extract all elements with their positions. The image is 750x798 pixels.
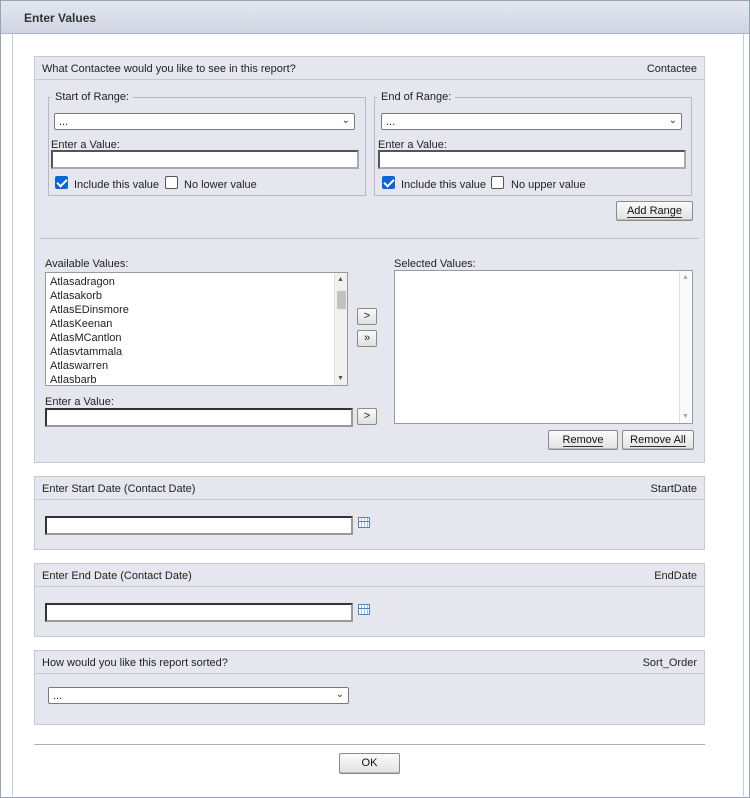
- end-date-panel: Enter End Date (Contact Date) EndDate: [34, 563, 705, 637]
- end-of-range-legend: End of Range:: [381, 91, 452, 103]
- list-item[interactable]: AtlasKeenan: [46, 317, 347, 331]
- no-upper-value-checkbox[interactable]: [491, 176, 504, 189]
- start-range-select-value: ...: [59, 116, 69, 128]
- move-selected-button[interactable]: >: [357, 308, 377, 325]
- list-item[interactable]: Atlasadragon: [46, 275, 347, 289]
- sort-order-select-value: ...: [53, 690, 63, 702]
- available-values-list[interactable]: Atlasadragon Atlasakorb AtlasEDinsmore Atla…: [45, 272, 348, 386]
- contactee-param-name: Contactee: [646, 63, 697, 75]
- dialog-titlebar[interactable]: Enter Values: [1, 1, 749, 34]
- range-divider: [40, 238, 699, 239]
- list-item[interactable]: AtlasEDinsmore: [46, 303, 347, 317]
- contactee-panel-header: What Contactee would you like to see in …: [35, 57, 704, 80]
- list-item[interactable]: Atlaswarren: [46, 359, 347, 373]
- sort-order-panel: How would you like this report sorted? S…: [34, 650, 705, 725]
- no-lower-value-checkbox[interactable]: [165, 176, 178, 189]
- remove-all-button[interactable]: Remove All: [622, 430, 694, 450]
- list-item[interactable]: Atlasbarb: [46, 373, 347, 385]
- sort-order-panel-header: How would you like this report sorted? S…: [35, 651, 704, 674]
- start-date-param-name: StartDate: [650, 483, 697, 495]
- no-upper-value-label: No upper value: [511, 179, 586, 191]
- move-all-button[interactable]: »: [357, 330, 377, 347]
- start-of-range-legend: Start of Range:: [55, 91, 129, 103]
- end-include-checkbox[interactable]: [382, 176, 395, 189]
- end-include-label: Include this value: [401, 179, 486, 191]
- enter-value-label: Enter a Value:: [45, 396, 114, 408]
- remove-label: Remove: [562, 434, 604, 447]
- end-date-input[interactable]: [45, 603, 353, 622]
- selected-values-list[interactable]: ▲ ▼: [394, 270, 693, 424]
- contactee-panel: What Contactee would you like to see in …: [34, 56, 705, 463]
- start-range-select[interactable]: ... ⌄: [54, 113, 355, 130]
- scroll-down-icon[interactable]: ▼: [682, 413, 689, 420]
- chevron-down-icon: ⌄: [341, 115, 350, 126]
- start-date-question: Enter Start Date (Contact Date): [42, 483, 196, 495]
- remove-all-label: Remove All: [630, 434, 686, 447]
- end-date-panel-header: Enter End Date (Contact Date) EndDate: [35, 564, 704, 587]
- add-range-label: Add Range: [626, 205, 683, 218]
- scroll-down-icon[interactable]: ▼: [337, 375, 344, 382]
- end-date-param-name: EndDate: [654, 570, 697, 582]
- available-values-scrollbar[interactable]: ▲ ▼: [334, 273, 347, 385]
- available-values-label: Available Values:: [45, 258, 129, 270]
- ok-label: OK: [361, 757, 378, 769]
- enter-values-dialog: Enter Values What Contactee would you li…: [0, 0, 750, 798]
- calendar-icon[interactable]: [358, 517, 370, 528]
- add-range-button[interactable]: Add Range: [616, 201, 693, 221]
- sort-order-param-name: Sort_Order: [642, 657, 697, 669]
- start-date-panel: Enter Start Date (Contact Date) StartDat…: [34, 476, 705, 550]
- start-include-checkbox[interactable]: [55, 176, 68, 189]
- selected-values-scrollbar[interactable]: ▲ ▼: [679, 271, 692, 423]
- end-value-input[interactable]: [378, 150, 686, 169]
- enter-value-add-button[interactable]: >: [357, 408, 377, 425]
- sort-order-question: How would you like this report sorted?: [42, 657, 228, 669]
- start-date-panel-header: Enter Start Date (Contact Date) StartDat…: [35, 477, 704, 500]
- list-item[interactable]: Atlasakorb: [46, 289, 347, 303]
- remove-button[interactable]: Remove: [548, 430, 618, 450]
- start-date-input[interactable]: [45, 516, 353, 535]
- start-value-input[interactable]: [51, 150, 359, 169]
- calendar-icon[interactable]: [358, 604, 370, 615]
- chevron-down-icon: ⌄: [335, 689, 344, 700]
- enter-value-input[interactable]: [45, 408, 353, 427]
- scroll-up-icon[interactable]: ▲: [682, 274, 689, 281]
- end-range-select-value: ...: [386, 116, 396, 128]
- selected-values-label: Selected Values:: [394, 258, 476, 270]
- contactee-question: What Contactee would you like to see in …: [42, 63, 296, 75]
- start-include-label: Include this value: [74, 179, 159, 191]
- no-lower-value-label: No lower value: [184, 179, 257, 191]
- available-values-items: Atlasadragon Atlasakorb AtlasEDinsmore Atla…: [46, 273, 347, 385]
- ok-button[interactable]: OK: [339, 753, 400, 774]
- scroll-thumb[interactable]: [337, 291, 346, 309]
- sort-order-select[interactable]: ... ⌄: [48, 687, 349, 704]
- end-date-question: Enter End Date (Contact Date): [42, 570, 192, 582]
- dialog-title: Enter Values: [24, 11, 97, 25]
- footer-divider: [34, 744, 705, 745]
- chevron-down-icon: ⌄: [668, 115, 677, 126]
- end-range-select[interactable]: ... ⌄: [381, 113, 682, 130]
- list-item[interactable]: AtlasMCantlon: [46, 331, 347, 345]
- list-item[interactable]: Atlasvtammala: [46, 345, 347, 359]
- scroll-up-icon[interactable]: ▲: [337, 276, 344, 283]
